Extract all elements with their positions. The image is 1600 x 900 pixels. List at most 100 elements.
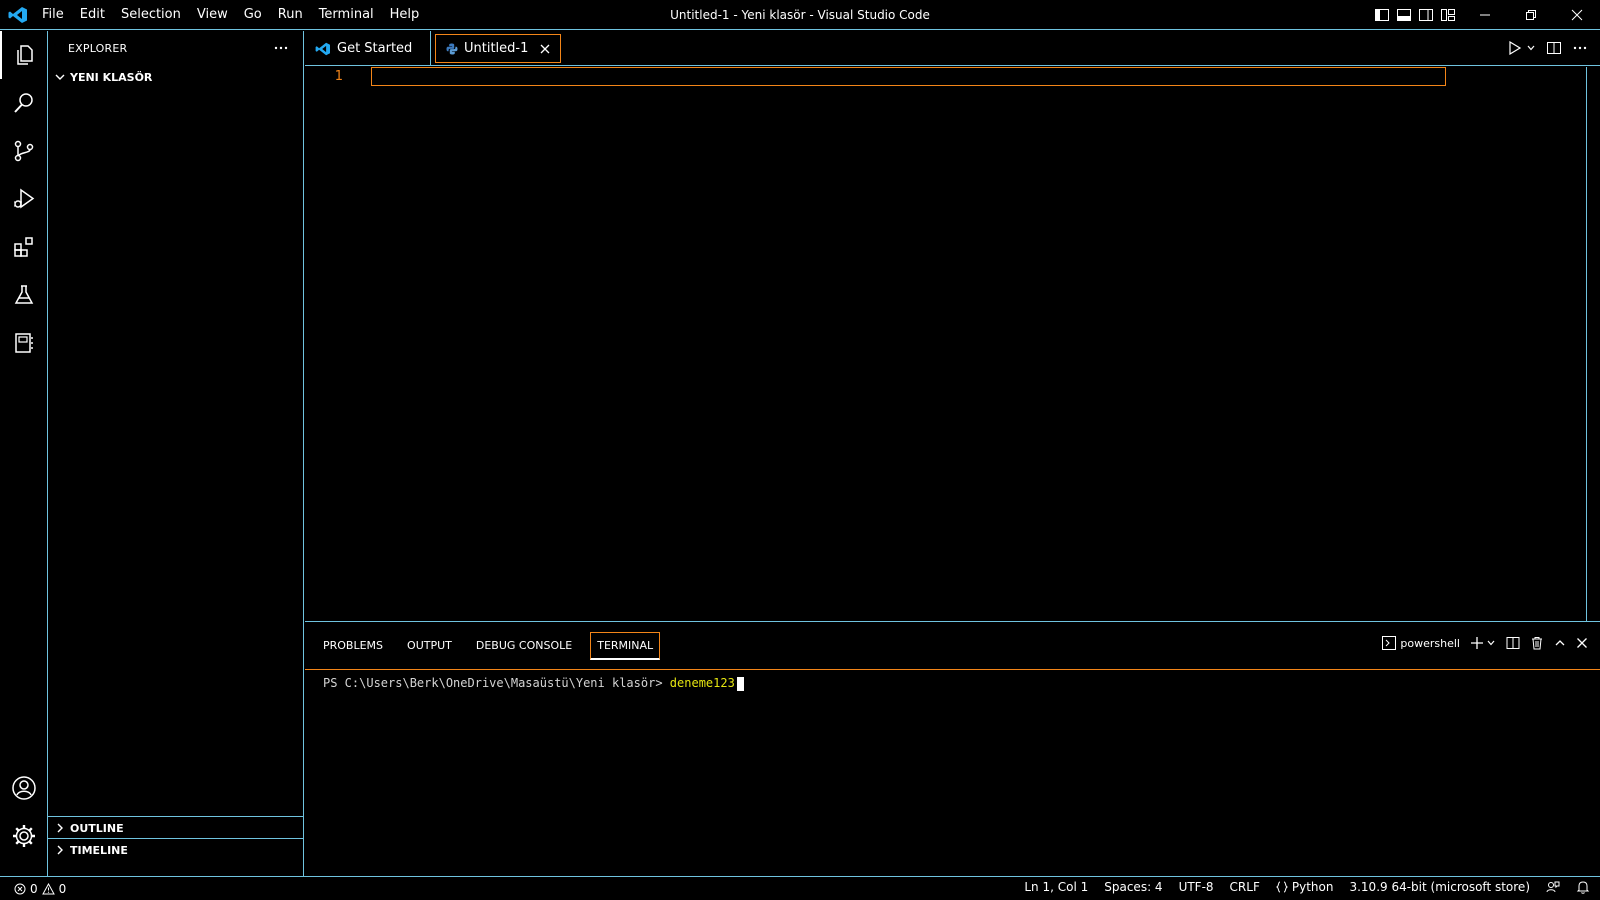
menu-file[interactable]: File xyxy=(34,0,72,30)
status-right: Ln 1, Col 1 Spaces: 4 UTF-8 CRLF Python … xyxy=(1024,880,1590,894)
python-file-icon xyxy=(446,43,458,55)
editor-scrollbar[interactable] xyxy=(1586,67,1600,621)
tab-terminal[interactable]: TERMINAL xyxy=(590,631,661,660)
vscode-logo-icon xyxy=(315,42,331,56)
warning-count: 0 xyxy=(58,881,67,896)
line-number-gutter: 1 xyxy=(305,67,365,86)
menu-help[interactable]: Help xyxy=(382,0,428,30)
line-number: 1 xyxy=(334,69,343,84)
split-editor-icon[interactable] xyxy=(1546,40,1562,56)
vscode-logo-icon xyxy=(8,6,28,24)
tab-problems[interactable]: PROBLEMS xyxy=(317,633,389,658)
timeline-label: TIMELINE xyxy=(70,843,128,857)
tab-get-started[interactable]: Get Started xyxy=(305,31,431,66)
feedback-icon[interactable] xyxy=(1546,880,1560,894)
code-editor-line[interactable] xyxy=(371,67,1446,86)
panel-tab-bar: PROBLEMS OUTPUT DEBUG CONSOLE TERMINAL p… xyxy=(305,622,1600,670)
close-tab-icon[interactable] xyxy=(540,44,550,54)
folder-name: YENI KLASÖR xyxy=(70,70,153,84)
warning-icon xyxy=(41,882,55,895)
account-icon[interactable] xyxy=(0,764,48,812)
editor-tab-bar: Get Started Untitled-1 xyxy=(305,31,1600,66)
menu-go[interactable]: Go xyxy=(236,0,270,30)
outline-label: OUTLINE xyxy=(70,821,124,835)
window-controls xyxy=(1462,0,1600,30)
close-window-icon[interactable] xyxy=(1554,0,1600,30)
menu-view[interactable]: View xyxy=(189,0,236,30)
tab-output[interactable]: OUTPUT xyxy=(401,633,458,658)
folder-section-header[interactable]: YENI KLASÖR xyxy=(48,66,303,88)
tab-untitled-1[interactable]: Untitled-1 xyxy=(435,34,562,63)
explorer-sidebar: EXPLORER YENI KLASÖR OUTLINE TIMELINE xyxy=(48,31,304,876)
run-python-file-icon[interactable] xyxy=(1508,41,1522,55)
toggle-secondary-sidebar-icon[interactable] xyxy=(1418,7,1434,23)
extensions-icon[interactable] xyxy=(0,223,48,271)
menu-bar: File Edit Selection View Go Run Terminal… xyxy=(34,0,427,30)
maximize-panel-icon[interactable] xyxy=(1554,637,1566,649)
tab-label: Untitled-1 xyxy=(464,41,529,56)
run-debug-icon[interactable] xyxy=(0,175,48,223)
chevron-down-icon xyxy=(54,71,66,83)
sidebar-title: EXPLORER xyxy=(68,42,128,55)
terminal-command: deneme123 xyxy=(669,676,735,690)
split-terminal-icon[interactable] xyxy=(1506,636,1520,650)
minimize-icon[interactable] xyxy=(1462,0,1508,30)
explorer-icon[interactable] xyxy=(0,31,48,79)
new-terminal-icon[interactable] xyxy=(1470,636,1484,650)
sidebar-header: EXPLORER xyxy=(48,31,303,66)
braces-icon xyxy=(1275,881,1288,893)
trash-icon[interactable] xyxy=(1530,636,1544,650)
timeline-section-header[interactable]: TIMELINE xyxy=(48,839,303,861)
layout-controls xyxy=(1374,7,1456,23)
terminal-prompt: PS C:\Users\Berk\OneDrive\Masaüstü\Yeni … xyxy=(323,676,663,690)
tab-label: Get Started xyxy=(337,41,413,56)
error-count: 0 xyxy=(30,881,38,896)
more-actions-icon[interactable] xyxy=(1572,40,1588,56)
status-bar: 0 0 Ln 1, Col 1 Spaces: 4 UTF-8 CRLF Pyt… xyxy=(0,876,1600,900)
outline-section: OUTLINE xyxy=(48,816,303,839)
language-label: Python xyxy=(1291,880,1334,894)
editor-area: Get Started Untitled-1 1 xyxy=(305,31,1600,621)
bottom-panel: PROBLEMS OUTPUT DEBUG CONSOLE TERMINAL p… xyxy=(305,621,1600,876)
tab-debug-console[interactable]: DEBUG CONSOLE xyxy=(470,633,578,658)
more-actions-icon[interactable] xyxy=(273,40,289,56)
end-of-line[interactable]: CRLF xyxy=(1230,880,1260,894)
editor-actions xyxy=(1508,40,1588,56)
indentation[interactable]: Spaces: 4 xyxy=(1104,880,1162,894)
language-mode[interactable]: Python xyxy=(1275,880,1334,894)
menu-run[interactable]: Run xyxy=(270,0,311,30)
testing-icon[interactable] xyxy=(0,271,48,319)
menu-edit[interactable]: Edit xyxy=(72,0,113,30)
source-control-icon[interactable] xyxy=(0,127,48,175)
menu-terminal[interactable]: Terminal xyxy=(311,0,382,30)
terminal-cursor xyxy=(736,676,744,691)
terminal-icon xyxy=(1382,636,1397,650)
error-icon xyxy=(14,883,26,895)
problems-status[interactable]: 0 0 xyxy=(0,882,66,896)
chevron-right-icon xyxy=(54,822,66,834)
customize-layout-icon[interactable] xyxy=(1440,7,1456,23)
search-icon[interactable] xyxy=(0,79,48,127)
shell-name: powershell xyxy=(1400,636,1460,650)
restore-icon[interactable] xyxy=(1508,0,1554,30)
terminal-shell-selector[interactable]: powershell xyxy=(1382,636,1460,650)
chevron-right-icon xyxy=(54,844,66,856)
terminal-output[interactable]: PS C:\Users\Berk\OneDrive\Masaüstü\Yeni … xyxy=(305,670,1600,697)
toggle-panel-icon[interactable] xyxy=(1396,7,1412,23)
close-panel-icon[interactable] xyxy=(1576,637,1588,649)
notebook-icon[interactable] xyxy=(0,319,48,367)
toggle-primary-sidebar-icon[interactable] xyxy=(1374,7,1390,23)
panel-actions: powershell xyxy=(1382,636,1588,650)
python-interpreter[interactable]: 3.10.9 64-bit (microsoft store) xyxy=(1349,880,1530,894)
activity-bar xyxy=(0,31,48,876)
title-bar: File Edit Selection View Go Run Terminal… xyxy=(0,0,1600,30)
chevron-down-icon[interactable] xyxy=(1526,43,1536,53)
notifications-bell-icon[interactable] xyxy=(1576,880,1590,894)
timeline-section: TIMELINE xyxy=(48,838,303,861)
outline-section-header[interactable]: OUTLINE xyxy=(48,817,303,839)
menu-selection[interactable]: Selection xyxy=(113,0,189,30)
settings-gear-icon[interactable] xyxy=(0,812,48,860)
chevron-down-icon[interactable] xyxy=(1486,638,1496,648)
file-encoding[interactable]: UTF-8 xyxy=(1179,880,1214,894)
cursor-position[interactable]: Ln 1, Col 1 xyxy=(1024,880,1088,894)
